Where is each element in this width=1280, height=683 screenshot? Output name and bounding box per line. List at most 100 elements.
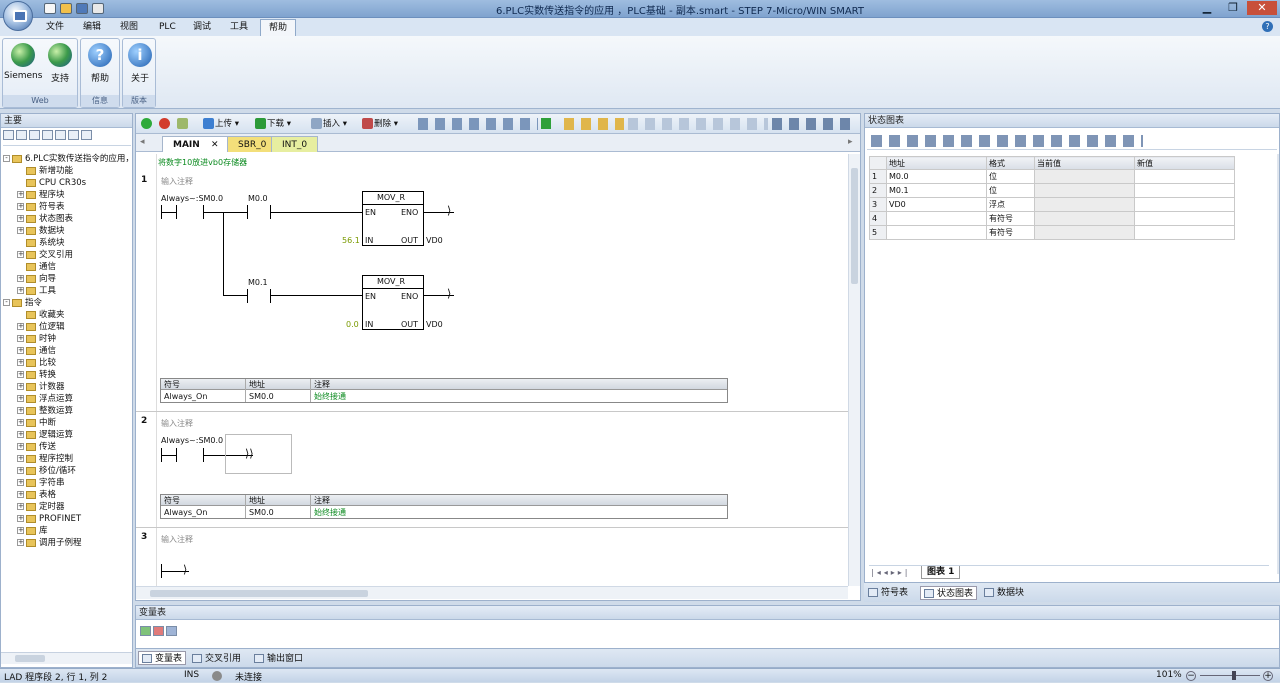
tree-tool-icon[interactable] [16,130,27,140]
compile-button[interactable] [177,117,189,131]
refresh-icon[interactable] [166,626,177,636]
out-operand[interactable]: VD0 [426,320,443,329]
grid-row[interactable]: 3 VD0 浮点 [869,197,1235,212]
expand-icon[interactable]: - [3,299,10,306]
mov-r-box[interactable]: MOV_R EN ENO IN OUT [362,191,424,246]
tree-tool-icon[interactable] [55,130,66,140]
expand-icon[interactable]: + [17,407,24,414]
support-button[interactable]: 支持 [41,41,79,91]
tab-scroll-right-icon[interactable]: ▸ [848,137,853,147]
expand-icon[interactable]: + [17,287,24,294]
expand-icon[interactable]: + [17,383,24,390]
tree-item[interactable]: + 位逻辑 [17,321,65,333]
close-tab-icon[interactable]: ✕ [211,140,219,150]
tree-item[interactable]: + 字符串 [17,477,65,489]
application-menu-button[interactable] [3,1,33,31]
tree-item[interactable]: + 向导 [17,273,56,285]
menu-view[interactable]: 视图 [112,19,146,36]
grid-row[interactable]: 2 M0.1 位 [869,183,1235,198]
menu-file[interactable]: 文件 [38,19,72,36]
edit-tools-group[interactable] [418,118,538,130]
contact-symbol[interactable] [176,205,177,219]
tree-item[interactable]: + 比较 [17,357,56,369]
tree-item[interactable]: + 转换 [17,369,56,381]
tree-item[interactable]: 系统块 [17,237,65,249]
network-comment[interactable]: 输入注释 [161,418,193,429]
expand-icon[interactable]: + [17,359,24,366]
tab-status-chart[interactable]: 状态图表 [920,586,978,600]
ladder-tools-group[interactable] [628,118,768,130]
tree-item[interactable]: + 数据块 [17,225,65,237]
in-operand[interactable]: 0.0 [346,320,359,329]
tree-item[interactable]: + 符号表 [17,201,65,213]
tree-item[interactable]: + 库 [17,525,48,537]
tree-item[interactable]: + 时钟 [17,333,56,345]
view-tools-group[interactable] [772,118,852,130]
network-comment[interactable]: 输入注释 [161,176,193,187]
expand-icon[interactable]: + [17,539,24,546]
tree-item[interactable]: + 计数器 [17,381,65,393]
expand-icon[interactable]: + [17,395,24,402]
menu-debug[interactable]: 调试 [185,19,219,36]
expand-icon[interactable]: + [17,443,24,450]
ladder-area[interactable]: 将数字10放进vb0存储器 1 输入注释 Always~:SM0.0 M0.0 … [136,154,848,586]
scrollbar-thumb[interactable] [851,168,858,284]
tree-item[interactable]: + 传送 [17,441,56,453]
expand-icon[interactable]: - [3,155,10,162]
tree-item[interactable]: + 程序块 [17,189,65,201]
out-operand[interactable]: VD0 [426,236,443,245]
menu-edit[interactable]: 编辑 [75,19,109,36]
zoom-in-icon[interactable]: + [1263,671,1273,681]
chart-tools-group[interactable] [871,135,1143,147]
tree-tool-icon[interactable] [29,130,40,140]
siemens-button[interactable]: Siemens [4,41,42,91]
scrollbar-thumb[interactable] [150,590,368,597]
tab-cross-reference[interactable]: 交叉引用 [192,652,241,666]
go-icon[interactable] [541,118,551,129]
tree-item[interactable]: + 状态图表 [17,213,73,225]
contact-symbol[interactable] [176,448,177,462]
tab-variable-table[interactable]: 变量表 [138,651,187,665]
scrollbar-thumb[interactable] [15,655,45,662]
mov-r-box[interactable]: MOV_R EN ENO IN OUT [362,275,424,330]
tree-item[interactable]: + 交叉引用 [17,249,73,261]
tree-item[interactable]: + 移位/循环 [17,465,76,477]
open-folder-icon[interactable] [60,3,72,14]
tree-item[interactable]: + 逻辑运算 [17,429,73,441]
print-icon[interactable] [92,3,104,14]
tree-item[interactable]: + 中断 [17,417,56,429]
expand-icon[interactable]: + [17,251,24,258]
expand-icon[interactable]: + [17,191,24,198]
vertical-scrollbar[interactable] [848,154,860,586]
about-button[interactable]: i 关于 [121,41,159,91]
menu-plc[interactable]: PLC [151,19,184,36]
expand-icon[interactable]: + [17,419,24,426]
expand-icon[interactable]: + [17,455,24,462]
run-button[interactable] [141,117,153,131]
tree-item[interactable]: + 浮点运算 [17,393,73,405]
tree-item[interactable]: + 表格 [17,489,56,501]
maximize-button[interactable]: ❐ [1220,1,1246,15]
delete-row-icon[interactable] [153,626,164,636]
tree-tool-icon[interactable] [3,130,14,140]
tree-item[interactable]: 通信 [17,261,56,273]
minimize-button[interactable]: ▁ [1194,1,1220,15]
expand-icon[interactable]: + [17,491,24,498]
tree-tool-icon[interactable] [68,130,79,140]
expand-icon[interactable]: + [17,323,24,330]
contact-symbol[interactable] [247,205,248,219]
contact-symbol[interactable] [270,289,271,303]
zoom-slider-thumb[interactable] [1232,671,1236,680]
upload-button[interactable]: 上传 ▾ [203,117,239,131]
tree-item[interactable]: + PROFINET [17,513,81,525]
tree-item[interactable]: + 工具 [17,285,56,297]
expand-icon[interactable]: + [17,479,24,486]
expand-icon[interactable]: + [17,227,24,234]
help-icon[interactable]: ? [1262,21,1273,32]
program-comment[interactable]: 将数字10放进vb0存储器 [158,157,247,168]
tree-item[interactable]: + 程序控制 [17,453,73,465]
bookmark-tools-group[interactable] [564,118,624,130]
empty-element-box[interactable] [225,434,292,474]
tree-item[interactable]: + 整数运算 [17,405,73,417]
grid-row[interactable]: 5 有符号 [869,225,1235,240]
